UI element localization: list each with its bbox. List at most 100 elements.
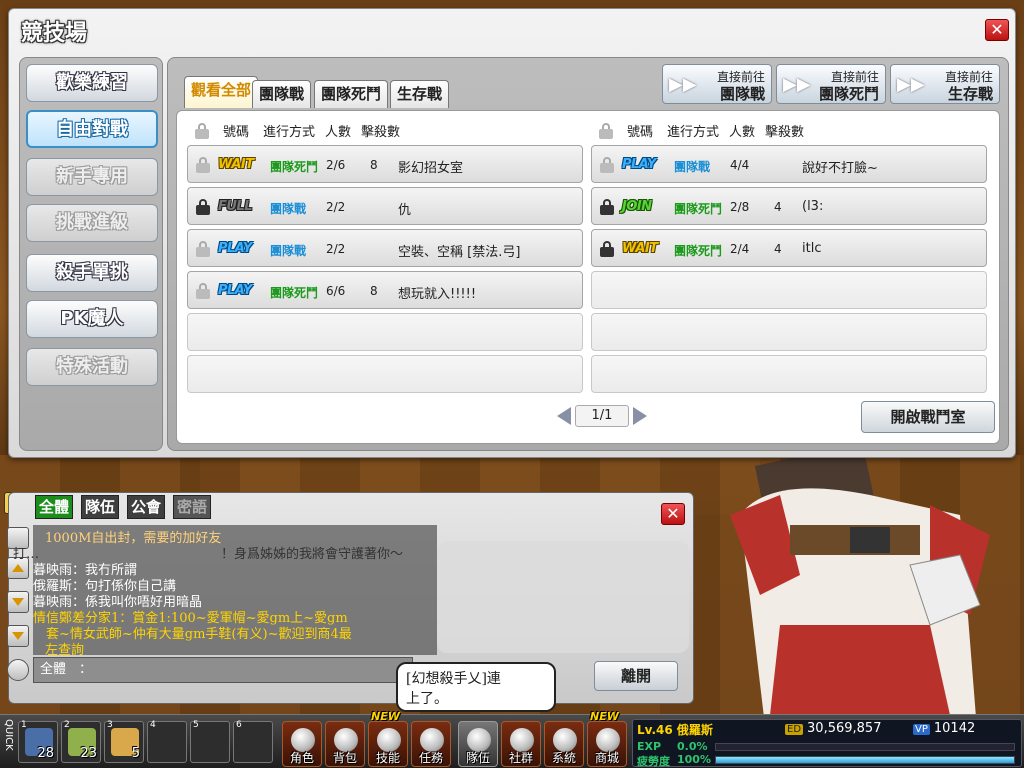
room-mode: 團隊死鬥 <box>674 244 723 258</box>
open-battle-room-button[interactable]: 開啟戰鬥室 <box>861 401 995 433</box>
menu-mall-button[interactable]: NEW 商城 <box>587 710 627 767</box>
vp-amount: 10142 <box>933 721 976 736</box>
goto-team-deathmatch-button[interactable]: ▶▶ 直接前往 團隊死鬥 <box>776 64 886 104</box>
chat-tab-whisper[interactable]: 密語 <box>173 495 212 519</box>
notification-popup: [幻想殺手乂]連 上了。 <box>396 662 556 712</box>
room-players: 2/4 <box>730 242 750 256</box>
quickslot-count: 28 <box>37 746 54 761</box>
tab-view-all[interactable]: 觀看全部 <box>184 76 259 108</box>
quickslot-count: 5 <box>131 746 140 761</box>
column-header-number: 號碼 <box>627 125 654 140</box>
unlocked-icon <box>600 157 614 173</box>
room-players: 2/2 <box>326 242 346 256</box>
arrow-bottom-icon <box>12 632 24 640</box>
chat-scroll-down-button[interactable] <box>7 591 29 613</box>
menu-party-button[interactable]: 隊伍 <box>458 721 498 767</box>
room-status: WAIT <box>218 157 254 172</box>
chat-tab-all[interactable]: 全體 <box>35 495 74 519</box>
column-header-players: 人數 <box>729 125 756 140</box>
room-status: WAIT <box>622 241 658 256</box>
room-status: FULL <box>218 199 253 214</box>
tab-survival[interactable]: 生存戰 <box>390 80 450 108</box>
exp-value: 0.0% <box>677 740 708 753</box>
room-mode: 團隊死鬥 <box>270 286 319 300</box>
sidebar-item-killer-duel[interactable]: 殺手單挑 <box>26 254 158 292</box>
goto-mode-label: 團隊戰 <box>719 85 765 103</box>
menu-label: 隊伍 <box>465 751 490 765</box>
goto-survival-button[interactable]: ▶▶ 直接前往 生存戰 <box>890 64 1000 104</box>
prev-page-icon[interactable] <box>557 407 571 425</box>
room-players: 4/4 <box>730 158 750 172</box>
quickslot[interactable]: 5 <box>190 720 230 763</box>
leave-button[interactable]: 離開 <box>594 661 678 691</box>
fatigue-label: 疲勞度 <box>637 755 670 768</box>
chat-scroll-bottom-button[interactable] <box>7 625 29 647</box>
fatigue-value: 100% <box>677 753 711 766</box>
room-row[interactable]: WAIT 團隊死鬥 2/4 4 itlc <box>591 229 987 267</box>
room-name: 仇 <box>398 203 412 218</box>
pager: 1/1 <box>557 405 647 429</box>
fatigue-bar <box>715 756 1015 764</box>
menu-skills-button[interactable]: NEW 技能 <box>368 710 408 767</box>
player-status-panel: Lv.46 俄羅斯 ED 30,569,857 VP 10142 EXP 0.0% … <box>632 719 1022 768</box>
quickslot[interactable]: 3 5 <box>104 720 144 763</box>
goto-mode-label: 團隊死鬥 <box>818 85 879 103</box>
menu-character-button[interactable]: 角色 <box>282 721 322 767</box>
room-row-empty <box>187 313 583 351</box>
tab-team-deathmatch[interactable]: 團隊死鬥 <box>314 80 389 108</box>
menu-label: 背包 <box>332 751 357 765</box>
lock-header-icon <box>599 123 613 139</box>
chat-tab-party[interactable]: 隊伍 <box>81 495 120 519</box>
chat-input[interactable]: 全體 ： <box>33 657 413 683</box>
chat-bubble-button[interactable] <box>7 659 29 681</box>
room-kills: 8 <box>370 284 378 298</box>
goto-team-battle-button[interactable]: ▶▶ 直接前往 團隊戰 <box>662 64 772 104</box>
room-players: 2/8 <box>730 200 750 214</box>
sidebar-item-special-event[interactable]: 特殊活動 <box>26 348 158 386</box>
chat-line: 左查詢 <box>45 643 85 658</box>
unlocked-icon <box>196 241 210 257</box>
sidebar-item-newbie-only[interactable]: 新手專用 <box>26 158 158 196</box>
room-row[interactable]: WAIT 團隊死鬥 2/6 8 影幻招女室 <box>187 145 583 183</box>
menu-quests-button[interactable]: 任務 <box>411 721 451 767</box>
ed-amount: 30,569,857 <box>807 721 882 736</box>
column-header-mode: 進行方式 <box>667 125 720 140</box>
arena-window: 競技場 ✕ 歡樂練習 自由對戰 新手專用 挑戰進級 殺手單挑 PK魔人 特殊活動… <box>8 8 1016 458</box>
quickslot[interactable]: 4 <box>147 720 187 763</box>
new-badge: NEW <box>371 710 400 723</box>
goto-mode-label: 生存戰 <box>947 85 993 103</box>
player-level: Lv.46 俄羅斯 <box>637 723 713 737</box>
menu-community-button[interactable]: 社群 <box>501 721 541 767</box>
notification-line: 上了。 <box>406 691 448 707</box>
room-row[interactable]: PLAY 團隊戰 2/2 空裝、空稱 [禁法.弓] <box>187 229 583 267</box>
chat-log: 1000M自出封，需要的加好友 打… ！身爲姊姊的我將會守護著你～ 暮映雨：我冇… <box>13 525 437 658</box>
ed-badge: ED <box>785 724 804 735</box>
window-close-button[interactable]: ✕ <box>985 19 1009 41</box>
sidebar-item-challenge-advance[interactable]: 挑戰進級 <box>26 204 158 242</box>
room-name: (l3: <box>802 199 824 214</box>
chat-close-button[interactable]: ✕ <box>661 503 685 525</box>
quickslot[interactable]: 1 28 <box>18 720 58 763</box>
vp-points: VP 10142 <box>913 721 975 736</box>
room-row[interactable]: JOIN 團隊死鬥 2/8 4 (l3: <box>591 187 987 225</box>
room-row[interactable]: PLAY 團隊死鬥 6/6 8 想玩就入!!!!! <box>187 271 583 309</box>
sidebar-item-pk-master[interactable]: PK魔人 <box>26 300 158 338</box>
menu-inventory-button[interactable]: 背包 <box>325 721 365 767</box>
room-status: PLAY <box>218 283 252 298</box>
chat-tab-guild[interactable]: 公會 <box>127 495 166 519</box>
column-header-players: 人數 <box>325 125 352 140</box>
menu-label: 社群 <box>508 751 533 765</box>
tab-team-battle[interactable]: 團隊戰 <box>252 80 312 108</box>
sidebar-item-free-battle[interactable]: 自由對戰 <box>26 110 158 148</box>
room-row[interactable]: PLAY 團隊戰 4/4 說好不打臉~ <box>591 145 987 183</box>
fast-forward-icon: ▶▶ <box>669 74 697 95</box>
quickslot[interactable]: 2 23 <box>61 720 101 763</box>
chat-window: 全體 隊伍 公會 密語 ✕ 1000M自出封，需要的加好友 打… ！身爲姊姊的我… <box>7 492 694 704</box>
menu-system-button[interactable]: 系統 <box>544 721 584 767</box>
quickslot[interactable]: 6 <box>233 720 273 763</box>
next-page-icon[interactable] <box>633 407 647 425</box>
room-mode: 團隊死鬥 <box>674 202 723 216</box>
column-header-mode: 進行方式 <box>263 125 316 140</box>
sidebar-item-fun-practice[interactable]: 歡樂練習 <box>26 64 158 102</box>
room-row[interactable]: FULL 團隊戰 2/2 仇 <box>187 187 583 225</box>
